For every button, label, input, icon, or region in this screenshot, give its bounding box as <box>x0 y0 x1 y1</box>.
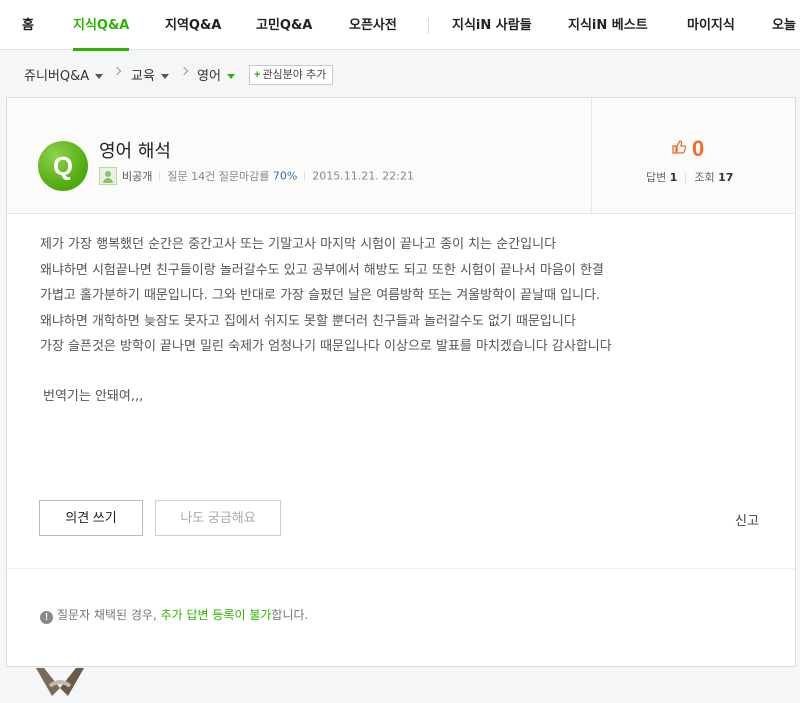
nav-divider <box>428 18 429 34</box>
thumbs-up-icon <box>672 140 686 154</box>
answers-count: 1 <box>669 171 678 184</box>
like-count[interactable]: 0 <box>672 136 704 162</box>
question-card: Q 영어 해석 비공개 질문 14건 질문마감률 70% 2015.11.21. 2… <box>6 97 796 667</box>
answer-notice-area: ! 질문자 채택된 경우, 추가 답변 등록이 불가합니다. <box>7 568 795 666</box>
report-link[interactable]: 신고 <box>735 510 759 529</box>
meta-divider <box>304 171 306 181</box>
nav-my-knowledge[interactable]: 마이지식 <box>687 0 735 50</box>
views-count: 17 <box>718 171 734 184</box>
nav-people[interactable]: 지식iN 사람들 <box>452 0 532 50</box>
nav-best[interactable]: 지식iN 베스트 <box>568 0 648 50</box>
meta-divider <box>685 173 687 183</box>
answer-view-counts: 답변 1 조회 17 <box>646 169 733 185</box>
question-body: 제가 가장 행복했던 순간은 중간고사 또는 기말고사 마지막 시험이 끝나고 … <box>40 232 780 360</box>
nav-local-qa[interactable]: 지역Q&A <box>165 0 221 50</box>
breadcrumb-education[interactable]: 교육 <box>131 65 169 84</box>
add-interest-label: 관심분야 추가 <box>262 69 327 81</box>
body-line: 제가 가장 행복했던 순간은 중간고사 또는 기말고사 마지막 시험이 끝나고 … <box>40 237 557 252</box>
breadcrumb-label: 영어 <box>197 69 221 84</box>
chevron-right-icon <box>112 66 122 76</box>
author-name: 비공개 <box>122 170 153 183</box>
question-title: 영어 해석 <box>99 141 171 162</box>
medal-icon <box>36 668 84 696</box>
chevron-down-icon <box>95 74 104 79</box>
notice-suffix: 합니다. <box>271 608 309 622</box>
chevron-down-icon <box>160 74 169 79</box>
warning-icon: ! <box>40 611 53 624</box>
like-value: 0 <box>692 136 705 161</box>
author-stats: 질문 14건 질문마감률 <box>167 170 270 183</box>
close-rate: 70% <box>272 169 298 183</box>
me-too-curious-button[interactable]: 나도 궁금해요 <box>155 500 281 536</box>
notice-highlight: 추가 답변 등록이 불가 <box>160 608 272 622</box>
nav-today[interactable]: 오늘 <box>772 0 796 50</box>
breadcrumb-junior-qa[interactable]: 쥬니버Q&A <box>24 65 104 84</box>
question-meta: 비공개 질문 14건 질문마감률 70% 2015.11.21. 22:21 <box>99 167 414 185</box>
body-line: 왜냐하면 개학하면 늦잠도 못자고 집에서 쉬지도 못할 뿐더러 친구들과 놀러… <box>40 313 576 329</box>
question-note: 번역기는 안돼여,,, <box>43 389 144 404</box>
body-line: 가장 슬픈것은 방학이 끝나면 밀린 숙제가 엄청나기 때문입나다 이상으로 발… <box>40 339 612 354</box>
question-header: Q 영어 해석 비공개 질문 14건 질문마감률 70% 2015.11.21. 2… <box>7 98 795 214</box>
question-date: 2015.11.21. 22:21 <box>312 169 414 183</box>
body-line: 왜냐하면 시험끝나면 친구들이랑 놀러갈수도 있고 공부에서 해방도 되고 또한… <box>40 262 604 278</box>
top-navigation: 홈 지식Q&A 지역Q&A 고민Q&A 오픈사전 지식iN 사람들 지식iN 베… <box>0 0 800 51</box>
avatar <box>99 167 117 185</box>
question-badge-icon: Q <box>38 141 88 191</box>
add-interest-button[interactable]: + 관심분야 추가 <box>249 65 334 85</box>
answers-label: 답변 <box>646 171 667 184</box>
nav-open-dictionary[interactable]: 오픈사전 <box>349 0 397 50</box>
chevron-down-icon <box>226 74 235 79</box>
nav-worry-qa[interactable]: 고민Q&A <box>256 0 312 50</box>
answer-notice: ! 질문자 채택된 경우, 추가 답변 등록이 불가합니다. <box>40 606 308 624</box>
breadcrumb-label: 쥬니버Q&A <box>24 69 90 84</box>
breadcrumb-label: 교육 <box>131 69 155 84</box>
chevron-right-icon <box>179 66 189 76</box>
body-line: 가볍고 홀가분하기 때문입니다. 그와 반대로 가장 슬펐던 날은 여름방학 또… <box>40 288 601 303</box>
nav-knowledge-qa[interactable]: 지식Q&A <box>73 0 130 51</box>
write-opinion-button[interactable]: 의견 쓰기 <box>39 500 143 536</box>
question-stats: 0 답변 1 조회 17 <box>591 98 795 213</box>
breadcrumb: 쥬니버Q&A 교육 영어 <box>0 51 800 97</box>
views-label: 조회 <box>694 171 715 184</box>
nav-home[interactable]: 홈 <box>22 0 34 50</box>
plus-icon: + <box>254 69 261 81</box>
breadcrumb-english[interactable]: 영어 <box>197 65 235 84</box>
notice-prefix: 질문자 채택된 경우, <box>57 608 161 622</box>
meta-divider <box>159 171 161 181</box>
